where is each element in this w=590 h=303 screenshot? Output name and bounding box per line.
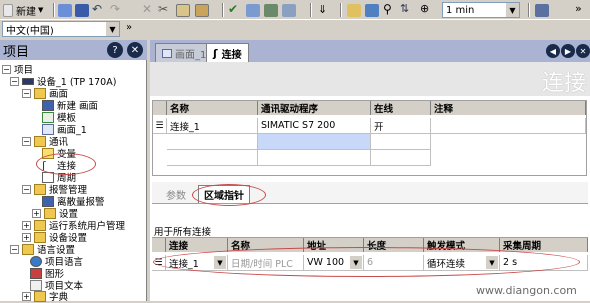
row-header-corner (152, 238, 166, 252)
globe-icon (30, 255, 42, 267)
close-tab-icon[interactable]: ✕ (576, 44, 590, 58)
row-header-corner (153, 101, 167, 115)
selected-cell[interactable] (258, 134, 371, 150)
editor-title: 连接 (541, 71, 586, 96)
folder-icon (22, 243, 34, 255)
editor-title-bar: 连接 (150, 62, 590, 96)
graphics-icon (30, 267, 42, 279)
collapse-icon[interactable]: − (22, 88, 31, 98)
tab-connections[interactable]: ʃ 连接 (206, 43, 249, 62)
project-panel-header: 项目 ? ✕ (0, 40, 147, 60)
highlight-ellipse (36, 153, 96, 175)
screen-icon (162, 48, 172, 58)
new-screen-icon (42, 99, 54, 111)
next-tab-icon[interactable]: ▶ (561, 44, 575, 58)
highlight-ellipse (153, 247, 580, 277)
interval-value: 1 min (446, 4, 475, 16)
col-header[interactable]: 采集周期 (500, 238, 588, 252)
help-icon[interactable] (535, 4, 549, 17)
language-dropdown-icon[interactable]: ▼ (105, 22, 119, 36)
empty-cell[interactable] (167, 134, 258, 150)
export-icon[interactable] (365, 4, 379, 17)
folder-icon (34, 135, 46, 147)
interval-dropdown-icon[interactable]: ▼ (505, 3, 519, 17)
import-icon[interactable] (347, 4, 361, 17)
binoculars-icon[interactable]: ⚲ (383, 2, 392, 16)
new-icon (3, 3, 13, 17)
folder-icon (34, 219, 46, 231)
new-button[interactable]: 新建 ▼ (3, 2, 43, 18)
cut-icon[interactable]: ✂ (158, 2, 168, 16)
language-value: 中文(中国) (6, 25, 54, 37)
copy-icon[interactable] (176, 4, 190, 17)
folder-icon (34, 87, 46, 99)
empty-cell[interactable] (167, 150, 258, 166)
collapse-icon[interactable]: − (10, 244, 19, 254)
prev-tab-icon[interactable]: ◀ (546, 44, 560, 58)
collapse-icon[interactable]: − (2, 64, 11, 74)
section-label: 用于所有连接 (154, 227, 212, 238)
paste-icon[interactable] (195, 4, 209, 17)
empty-cell[interactable] (371, 150, 431, 166)
col-header[interactable]: 通讯驱动程序 (258, 101, 371, 115)
open-icon[interactable] (58, 4, 72, 17)
connection-icon: ʃ (213, 46, 218, 60)
expand-icon[interactable]: + (22, 291, 31, 301)
highlight-ellipse (192, 184, 266, 206)
empty-cell[interactable] (258, 150, 371, 166)
sort-icon[interactable]: ⇅ (400, 2, 409, 15)
empty-cell[interactable] (371, 134, 431, 150)
download-icon[interactable] (264, 4, 278, 17)
save-icon[interactable] (75, 4, 89, 17)
interval-select[interactable]: 1 min ▼ (442, 2, 520, 18)
watermark: www.diangon.com (476, 284, 577, 297)
main-toolbar: 新建 ▼ ↶ ↷ ✕ ✂ ✔ ⇓ ⚲ ⇅ ⊕ 1 min ▼ » (0, 0, 590, 20)
col-header[interactable]: 名称 (167, 101, 258, 115)
collapse-icon[interactable]: − (22, 136, 31, 146)
folder-icon (34, 183, 46, 195)
zoom-icon[interactable]: ⊕ (420, 2, 429, 15)
col-header[interactable]: 连接 (166, 238, 228, 252)
table-cell[interactable]: 连接_1 (167, 118, 258, 134)
table-cell[interactable] (431, 118, 586, 134)
new-label: 新建 (16, 6, 36, 18)
close-icon[interactable]: ✕ (127, 42, 143, 58)
folder-icon (34, 231, 46, 243)
help-icon[interactable]: ? (107, 42, 123, 58)
screen-icon (42, 123, 54, 135)
tab-label: 画面_1 (175, 49, 207, 61)
undo-icon[interactable]: ↶ (92, 2, 102, 16)
project-panel-title: 项目 (3, 44, 30, 60)
delete-icon[interactable]: ✕ (142, 2, 152, 16)
redo-icon[interactable]: ↷ (110, 2, 120, 16)
table-cell[interactable]: 开 (371, 118, 431, 134)
folder-icon (44, 207, 56, 219)
folder-icon (34, 290, 46, 302)
col-header[interactable]: 注释 (431, 101, 586, 115)
editor-tabbar: 画面_1 ʃ 连接 ◀ ▶ ✕ (150, 40, 590, 62)
table-cell[interactable]: SIMATIC S7 200 (258, 118, 371, 134)
device-icon (22, 77, 34, 85)
compile-icon[interactable] (246, 4, 260, 17)
subtab-parameters[interactable]: 参数 (166, 187, 186, 202)
language-select[interactable]: 中文(中国) ▼ (2, 21, 120, 37)
connections-table: 名称 通讯驱动程序 在线 注释 ☰ 连接_1 SIMATIC S7 200 开 (152, 100, 587, 176)
tab-screen-1[interactable]: 画面_1 (155, 43, 214, 62)
row-handle-icon[interactable]: ☰ (153, 118, 167, 134)
template-icon (42, 111, 54, 123)
alarm-icon (42, 195, 54, 207)
collapse-icon[interactable]: − (10, 76, 19, 86)
tab-label: 连接 (221, 49, 242, 61)
expand-icon[interactable]: + (32, 208, 41, 218)
transfer-icon[interactable] (282, 4, 296, 17)
language-overflow-icon[interactable]: » (126, 22, 132, 33)
expand-icon[interactable]: + (22, 220, 31, 230)
toolbar-overflow-icon[interactable]: » (575, 2, 582, 15)
check-icon[interactable]: ✔ (228, 2, 238, 16)
expand-icon[interactable]: + (22, 232, 31, 242)
collapse-icon[interactable]: − (22, 184, 31, 194)
new-dropdown-icon[interactable]: ▼ (38, 6, 43, 14)
col-header[interactable]: 在线 (371, 101, 431, 115)
move-down-icon[interactable]: ⇓ (318, 3, 327, 16)
